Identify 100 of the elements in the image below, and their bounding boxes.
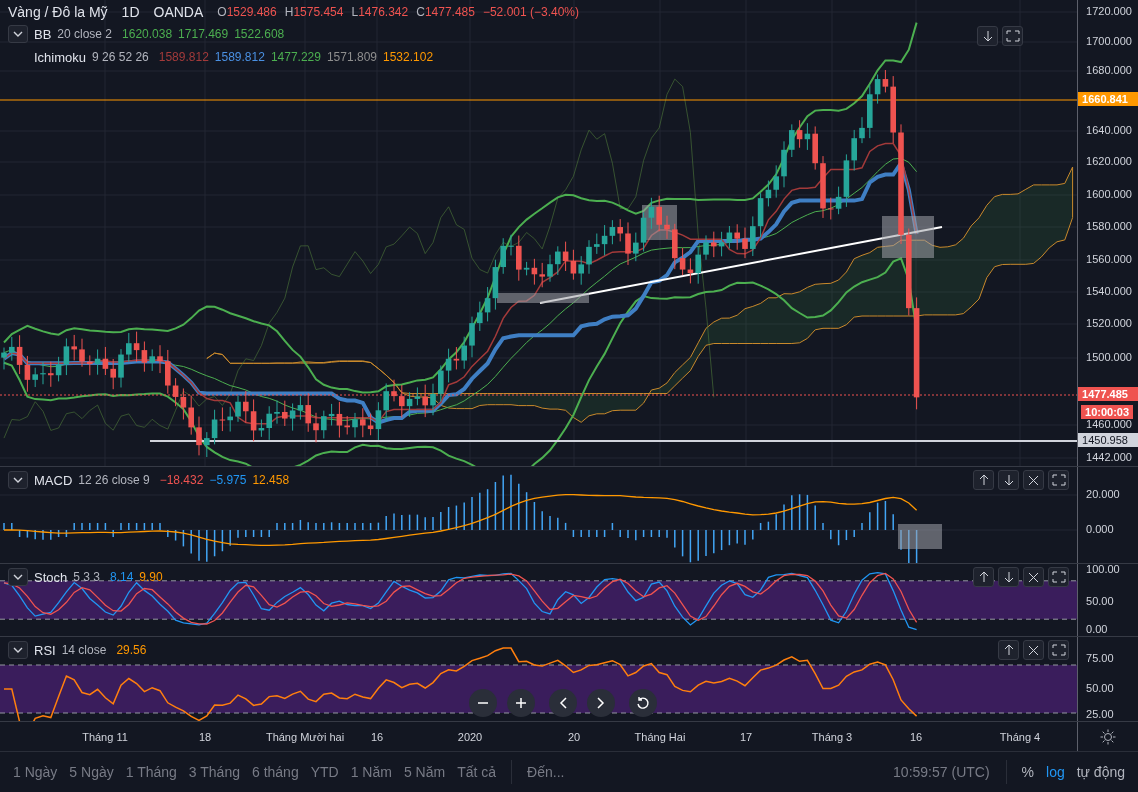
indicator-value: 1589.812 — [214, 50, 265, 64]
histogram-bar — [377, 521, 380, 531]
histogram-bar — [806, 494, 809, 531]
histogram-bar — [564, 522, 567, 531]
range-button[interactable]: 5 Năm — [398, 760, 451, 784]
time-tick: 17 — [739, 731, 753, 743]
histogram-bar — [182, 529, 185, 548]
go-to-date-button[interactable]: Đến... — [522, 760, 570, 784]
histogram-bar — [728, 529, 731, 546]
maximize-icon — [1051, 644, 1066, 656]
range-button[interactable]: 5 Ngày — [64, 760, 119, 784]
time-tick: Tháng 3 — [811, 731, 853, 743]
exchange-label: OANDA — [153, 4, 204, 20]
range-button[interactable]: YTD — [305, 760, 344, 784]
scale-option-button[interactable]: log — [1041, 760, 1070, 784]
histogram-bar — [603, 529, 606, 538]
close-icon — [1028, 474, 1040, 486]
range-button[interactable]: 3 Tháng — [183, 760, 245, 784]
indicator-name: BB — [34, 26, 52, 42]
value-tick: 0.00 — [1086, 623, 1108, 635]
histogram-bar — [252, 529, 255, 538]
histogram-bar — [845, 529, 848, 541]
maximize-button[interactable] — [1048, 640, 1070, 660]
ohlc-value: O1529.486 — [217, 5, 277, 19]
collapse-button[interactable] — [8, 25, 28, 43]
range-button[interactable]: 1 Tháng — [120, 760, 182, 784]
value-tick: 25.00 — [1086, 708, 1114, 720]
price-tick: 1600.000 — [1086, 188, 1132, 200]
range-button[interactable]: 1 Ngày — [8, 760, 63, 784]
range-button[interactable]: 6 tháng — [246, 760, 304, 784]
reset-button[interactable] — [629, 689, 657, 717]
symbol-title: Vàng / Đô la Mỹ — [8, 4, 108, 20]
histogram-bar — [299, 519, 302, 531]
price-tick: 1520.000 — [1086, 317, 1132, 329]
price-tick: 1720.000 — [1086, 5, 1132, 17]
price-tick: 1680.000 — [1086, 64, 1132, 76]
indicator-params: 12 26 close 9 — [78, 473, 150, 487]
time-tick: 20 — [567, 731, 581, 743]
time-tick: 16 — [909, 731, 923, 743]
histogram-bar — [447, 506, 450, 531]
change-value: −52.001 (−3.40%) — [482, 5, 579, 19]
indicator-value: 1477.229 — [270, 50, 321, 64]
close-button[interactable] — [1023, 567, 1045, 587]
time-tick: Tháng Mười hai — [265, 731, 345, 743]
maximize-button[interactable] — [1002, 26, 1024, 46]
indicator-value: 1717.469 — [178, 27, 229, 41]
time-tick: 18 — [198, 731, 212, 743]
move-down-button[interactable] — [998, 470, 1020, 490]
indicator-params: 5 3 3 — [73, 570, 100, 584]
range-button[interactable]: Tất cả — [452, 760, 502, 784]
settings-button[interactable] — [1100, 728, 1116, 745]
scale-option-button[interactable]: % — [1016, 760, 1039, 784]
indicator-value: 9.90 — [139, 570, 163, 584]
move-down-button[interactable] — [977, 26, 999, 46]
move-down-button[interactable] — [998, 567, 1020, 587]
chevron-down-icon — [13, 647, 23, 653]
maximize-button[interactable] — [1048, 567, 1070, 587]
move-up-button[interactable] — [973, 567, 995, 587]
plus-icon — [515, 697, 527, 709]
collapse-button[interactable] — [8, 471, 28, 489]
indicator-value: 1522.608 — [234, 27, 285, 41]
histogram-bar — [650, 529, 653, 538]
histogram-bar — [369, 522, 372, 531]
maximize-icon — [1051, 474, 1066, 486]
price-tick: 1560.000 — [1086, 253, 1132, 265]
price-label: 1660.841 — [1078, 92, 1138, 106]
price-tick: 1500.000 — [1086, 351, 1132, 363]
value-tick: 0.000 — [1086, 523, 1114, 535]
histogram-bar — [291, 522, 294, 531]
histogram-bar — [720, 529, 723, 551]
indicator-value: 8.14 — [109, 570, 134, 584]
price-tick: 1460.000 — [1086, 418, 1132, 430]
reset-icon — [636, 696, 650, 710]
indicator-params: 20 close 2 — [57, 27, 113, 41]
maximize-button[interactable] — [1048, 470, 1070, 490]
collapse-button[interactable] — [8, 568, 28, 586]
histogram-bar — [915, 529, 918, 563]
chevron-down-icon — [13, 574, 23, 580]
move-up-button[interactable] — [998, 640, 1020, 660]
move-up-button[interactable] — [973, 470, 995, 490]
collapse-button[interactable] — [8, 641, 28, 659]
close-button[interactable] — [1023, 470, 1045, 490]
histogram-bar — [408, 513, 411, 531]
close-button[interactable] — [1023, 640, 1045, 660]
value-tick: 50.00 — [1086, 595, 1114, 607]
price-tick: 1640.000 — [1086, 124, 1132, 136]
indicator-value: 1589.812 — [158, 50, 209, 64]
price-tick: 1620.000 — [1086, 155, 1132, 167]
histogram-bar — [494, 481, 497, 531]
time-tick: Tháng 11 — [82, 731, 128, 743]
histogram-bar — [18, 529, 21, 538]
close-icon — [1028, 644, 1040, 656]
histogram-bar — [213, 529, 216, 557]
interval-label: 1D — [121, 4, 140, 20]
price-tick: 1442.000 — [1086, 451, 1132, 463]
range-button[interactable]: 1 Năm — [345, 760, 397, 784]
time-tick: 2020 — [457, 731, 483, 743]
histogram-bar — [759, 522, 762, 531]
price-tick: 1700.000 — [1086, 35, 1132, 47]
scale-option-button[interactable]: tự động — [1071, 760, 1130, 784]
